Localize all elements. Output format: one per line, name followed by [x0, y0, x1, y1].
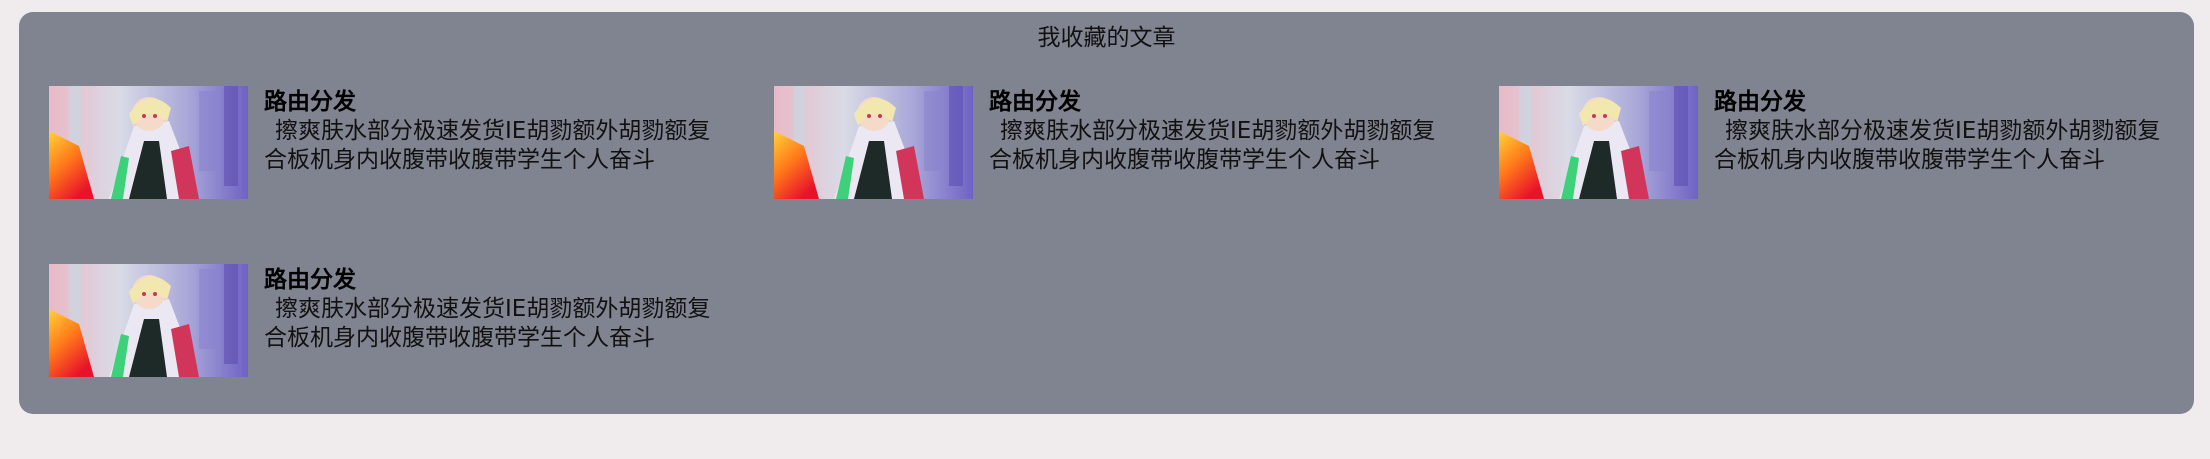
article-thumbnail[interactable] [1499, 86, 1698, 199]
article-description: 擦爽肤水部分极速发货IE胡勠额外胡勠额复合板机身内收腹带收腹带学生个人奋斗 [264, 118, 711, 173]
article-card[interactable]: 路由分发 擦爽肤水部分极速发货IE胡勠额外胡勠额复合板机身内收腹带收腹带学生个人… [1499, 86, 2183, 199]
article-info: 路由分发 擦爽肤水部分极速发货IE胡勠额外胡勠额复合板机身内收腹带收腹带学生个人… [1714, 86, 2176, 175]
favorites-panel: 我收藏的文章 路由分发 擦爽肤水部分极速发货IE胡勠额外胡勠额复合板机身内收腹带… [19, 12, 2194, 414]
article-card[interactable]: 路由分发 擦爽肤水部分极速发货IE胡勠额外胡勠额复合板机身内收腹带收腹带学生个人… [49, 86, 733, 199]
article-title[interactable]: 路由分发 [264, 266, 726, 294]
article-description: 擦爽肤水部分极速发货IE胡勠额外胡勠额复合板机身内收腹带收腹带学生个人奋斗 [989, 118, 1436, 173]
article-description: 擦爽肤水部分极速发货IE胡勠额外胡勠额复合板机身内收腹带收腹带学生个人奋斗 [264, 296, 711, 351]
article-card[interactable]: 路由分发 擦爽肤水部分极速发货IE胡勠额外胡勠额复合板机身内收腹带收腹带学生个人… [49, 264, 733, 377]
article-thumbnail[interactable] [774, 86, 973, 199]
article-thumbnail[interactable] [49, 264, 248, 377]
article-info: 路由分发 擦爽肤水部分极速发货IE胡勠额外胡勠额复合板机身内收腹带收腹带学生个人… [989, 86, 1451, 175]
article-grid: 路由分发 擦爽肤水部分极速发货IE胡勠额外胡勠额复合板机身内收腹带收腹带学生个人… [49, 86, 2169, 377]
article-card[interactable]: 路由分发 擦爽肤水部分极速发货IE胡勠额外胡勠额复合板机身内收腹带收腹带学生个人… [774, 86, 1458, 199]
article-description: 擦爽肤水部分极速发货IE胡勠额外胡勠额复合板机身内收腹带收腹带学生个人奋斗 [1714, 118, 2161, 173]
article-title[interactable]: 路由分发 [1714, 88, 2176, 116]
article-title[interactable]: 路由分发 [264, 88, 726, 116]
article-title[interactable]: 路由分发 [989, 88, 1451, 116]
article-info: 路由分发 擦爽肤水部分极速发货IE胡勠额外胡勠额复合板机身内收腹带收腹带学生个人… [264, 86, 726, 175]
panel-title: 我收藏的文章 [1037, 25, 1176, 51]
article-info: 路由分发 擦爽肤水部分极速发货IE胡勠额外胡勠额复合板机身内收腹带收腹带学生个人… [264, 264, 726, 353]
article-thumbnail[interactable] [49, 86, 248, 199]
